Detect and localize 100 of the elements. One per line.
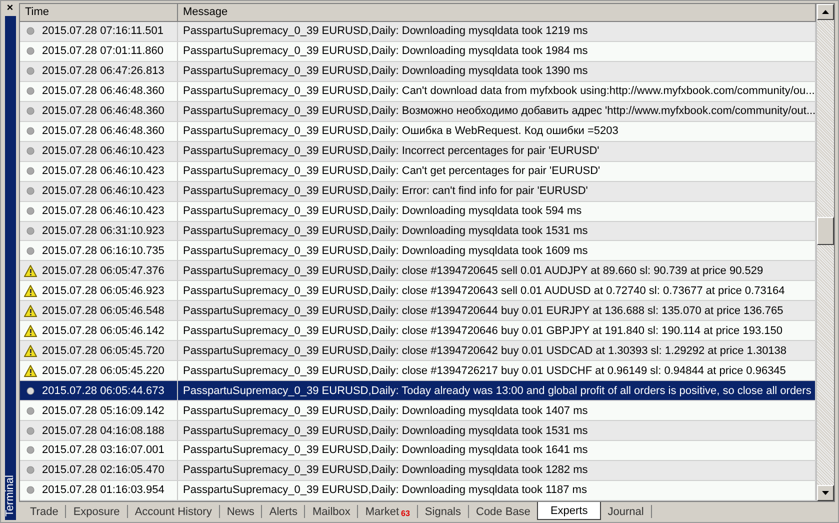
log-row[interactable]: 2015.07.28 06:46:48.360 PasspartuSupremacy_0_39 EURUSD,Daily: Can't download data from myfxbook using:http://www.myfxbook.com/community/ou... (20, 82, 816, 102)
message-text: PasspartuSupremacy_0_39 EURUSD,Daily: Downloading mysqldata took 1187 ms (183, 484, 587, 496)
log-row[interactable]: 2015.07.28 06:46:10.423 PasspartuSupremacy_0_39 EURUSD,Daily: Downloading mysqldata took 594 ms (20, 202, 816, 222)
time-text: 2015.07.28 02:16:05.470 (42, 464, 164, 476)
message-text: PasspartuSupremacy_0_39 EURUSD,Daily: close #1394720643 sell 0.01 AUDUSD at 0.72740 sl: 0.73677 at price 0.73164 (183, 284, 785, 297)
message-text: PasspartuSupremacy_0_39 EURUSD,Daily: Error: can't find info for pair 'EURUSD' (183, 185, 588, 198)
time-text: 2015.07.28 06:47:26.813 (42, 65, 164, 78)
log-row[interactable]: 2015.07.28 04:16:08.188 PasspartuSupremacy_0_39 EURUSD,Daily: Downloading mysqldata took 1531 ms (20, 421, 816, 442)
dot-icon (24, 484, 37, 496)
scroll-down-button[interactable] (817, 485, 834, 501)
tab[interactable]: Exposure (66, 505, 128, 518)
time-text: 2015.07.28 06:46:48.360 (42, 85, 164, 98)
message-text: PasspartuSupremacy_0_39 EURUSD,Daily: Can't get percentages for pair 'EURUSD' (183, 165, 600, 178)
time-text: 2015.07.28 06:46:10.423 (42, 185, 164, 198)
time-text: 2015.07.28 06:05:45.220 (42, 364, 164, 377)
log-row[interactable]: 2015.07.28 06:05:46.548 PasspartuSupremacy_0_39 EURUSD,Daily: close #1394720644 buy 0.01 EURJPY at 136.688 sl: 135.070 at price 136.765 (20, 301, 816, 322)
log-row[interactable]: 2015.07.28 06:46:10.423 PasspartuSupremacy_0_39 EURUSD,Daily: Incorrect percentages for pair 'EURUSD' (20, 142, 816, 162)
warning-icon (24, 364, 37, 377)
time-text: 2015.07.28 06:16:10.735 (42, 244, 164, 257)
tab[interactable]: Mailbox (305, 505, 358, 518)
dot-icon (24, 125, 37, 138)
log-row[interactable]: 2015.07.28 06:46:10.423 PasspartuSupremacy_0_39 EURUSD,Daily: Can't get percentages for pair 'EURUSD' (20, 162, 816, 182)
panel-title: Terminal (4, 474, 16, 519)
time-text: 2015.07.28 06:31:10.923 (42, 225, 164, 237)
scrollbar[interactable] (816, 4, 834, 501)
dot-icon (24, 45, 37, 58)
time-text: 2015.07.28 07:01:11.860 (42, 45, 164, 58)
tab[interactable]: Signals (418, 505, 469, 518)
message-text: PasspartuSupremacy_0_39 EURUSD,Daily: Downloading mysqldata took 1641 ms (183, 444, 588, 456)
log-row[interactable]: 2015.07.28 06:05:46.923 PasspartuSupremacy_0_39 EURUSD,Daily: close #1394720643 sell 0.01 AUDUSD at 0.72740 sl: 0.73677 at price 0.73164 (20, 281, 816, 302)
log-row[interactable]: 2015.07.28 06:05:45.720 PasspartuSupremacy_0_39 EURUSD,Daily: close #1394720642 buy 0.01 USDCAD at 1.30393 sl: 1.29292 at price 1.30138 (20, 341, 816, 362)
log-row[interactable]: 2015.07.28 06:46:48.360 PasspartuSupremacy_0_39 EURUSD,Daily: Ошибка в WebRequest. Код ошибки =5203 (20, 122, 816, 142)
time-text: 2015.07.28 03:16:07.001 (42, 444, 164, 456)
log-row[interactable]: 2015.07.28 03:16:07.001 PasspartuSupremacy_0_39 EURUSD,Daily: Downloading mysqldata took 1641 ms (20, 441, 816, 461)
message-text: PasspartuSupremacy_0_39 EURUSD,Daily: Downloading mysqldata took 1984 ms (183, 45, 588, 58)
column-header[interactable]: Time (20, 4, 178, 21)
down-arrow-icon (822, 491, 829, 495)
time-text: 2015.07.28 06:46:10.423 (42, 165, 164, 178)
message-text: PasspartuSupremacy_0_39 EURUSD,Daily: Downloading mysqldata took 1219 ms (183, 25, 588, 38)
message-text: PasspartuSupremacy_0_39 EURUSD,Daily: close #1394720645 sell 0.01 AUDJPY at 89.660 sl: 90.739 at price 90.529 (183, 264, 764, 277)
tab[interactable]: Trade (23, 505, 66, 518)
time-text: 2015.07.28 06:46:48.360 (42, 105, 164, 118)
dot-icon (24, 145, 37, 158)
dot-icon (24, 65, 37, 78)
dot-icon (24, 424, 37, 437)
log-row[interactable]: 2015.07.28 06:05:46.142 PasspartuSupremacy_0_39 EURUSD,Daily: close #1394720646 buy 0.01 GBPJPY at 191.840 sl: 190.114 at price 193.150 (20, 321, 816, 342)
scroll-up-button[interactable] (817, 4, 834, 20)
tab[interactable]: Experts (537, 502, 601, 520)
message-text: PasspartuSupremacy_0_39 EURUSD,Daily: Can't download data from myfxbook using:http://www.myfxbook.com/community/ou... (183, 85, 815, 98)
message-text: PasspartuSupremacy_0_39 EURUSD,Daily: Downloading mysqldata took 1390 ms (183, 65, 588, 78)
log-row[interactable]: 2015.07.28 06:16:10.735 PasspartuSupremacy_0_39 EURUSD,Daily: Downloading mysqldata took 1609 ms (20, 241, 816, 262)
log-row[interactable]: 2015.07.28 06:46:48.360 PasspartuSupremacy_0_39 EURUSD,Daily: Возможно необходимо добавить адрес 'http://www.myfxbook.com/community/out... (20, 102, 816, 122)
tab[interactable]: Market 63 (358, 505, 418, 518)
message-text: PasspartuSupremacy_0_39 EURUSD,Daily: close #1394720642 buy 0.01 USDCAD at 1.30393 sl: 1.29292 at price 1.30138 (183, 344, 787, 357)
time-text: 2015.07.28 06:05:45.720 (42, 344, 164, 357)
warning-icon (24, 284, 37, 297)
warning-icon (24, 324, 37, 337)
dot-icon (24, 205, 37, 218)
log-row[interactable]: 2015.07.28 05:16:09.142 PasspartuSupremacy_0_39 EURUSD,Daily: Downloading mysqldata took 1407 ms (20, 401, 816, 422)
dot-icon (24, 404, 37, 417)
time-text: 2015.07.28 06:05:46.142 (42, 324, 164, 337)
message-text: PasspartuSupremacy_0_39 EURUSD,Daily: Downloading mysqldata took 1282 ms (183, 464, 588, 476)
message-text: PasspartuSupremacy_0_39 EURUSD,Daily: close #1394720646 buy 0.01 GBPJPY at 191.840 sl: 190.114 at price 193.150 (183, 324, 782, 337)
dot-icon (24, 105, 37, 118)
log-row[interactable]: 2015.07.28 06:31:10.923 PasspartuSupremacy_0_39 EURUSD,Daily: Downloading mysqldata took 1531 ms (20, 222, 816, 242)
log-row[interactable]: 2015.07.28 02:16:05.470 PasspartuSupremacy_0_39 EURUSD,Daily: Downloading mysqldata took 1282 ms (20, 460, 816, 481)
message-text: PasspartuSupremacy_0_39 EURUSD,Daily: Downloading mysqldata took 594 ms (183, 205, 582, 218)
dot-icon (24, 225, 37, 237)
log-row[interactable]: 2015.07.28 06:46:10.423 PasspartuSupremacy_0_39 EURUSD,Daily: Error: can't find info for pair 'EURUSD' (20, 182, 816, 202)
tab[interactable]: Journal (600, 505, 652, 518)
log-row[interactable]: 2015.07.28 07:01:11.860 PasspartuSupremacy_0_39 EURUSD,Daily: Downloading mysqldata took 1984 ms (20, 42, 816, 62)
message-text: PasspartuSupremacy_0_39 EURUSD,Daily: Downloading mysqldata took 1407 ms (183, 404, 588, 417)
time-text: 2015.07.28 06:05:44.673 (42, 384, 164, 397)
dot-icon (24, 384, 37, 397)
tab[interactable]: Account History (128, 505, 220, 518)
warning-icon (24, 264, 37, 277)
log-row[interactable]: 2015.07.28 06:05:47.376 PasspartuSupremacy_0_39 EURUSD,Daily: close #1394720645 sell 0.01 AUDJPY at 89.660 sl: 90.739 at price 90.529 (20, 261, 816, 282)
time-text: 2015.07.28 04:16:08.188 (42, 424, 164, 437)
scroll-thumb[interactable] (817, 217, 834, 245)
message-text: PasspartuSupremacy_0_39 EURUSD,Daily: Downloading mysqldata took 1609 ms (183, 244, 588, 257)
column-header[interactable]: Message (178, 4, 816, 21)
tab[interactable]: Alerts (262, 505, 306, 518)
warning-icon (24, 304, 37, 317)
time-text: 2015.07.28 07:16:11.501 (42, 25, 164, 38)
log-row[interactable]: 2015.07.28 01:16:03.954 PasspartuSupremacy_0_39 EURUSD,Daily: Downloading mysqldata took 1187 ms (20, 480, 816, 501)
close-button[interactable]: × (6, 2, 14, 16)
time-text: 2015.07.28 06:05:46.548 (42, 304, 164, 317)
time-text: 2015.07.28 05:16:09.142 (42, 404, 164, 417)
message-text: PasspartuSupremacy_0_39 EURUSD,Daily: Incorrect percentages for pair 'EURUSD' (183, 145, 600, 158)
warning-icon (24, 344, 37, 357)
tab[interactable]: News (220, 505, 262, 518)
log-row[interactable]: 2015.07.28 06:05:44.673 PasspartuSupremacy_0_39 EURUSD,Daily: Today already was 13:00 and global profit of all orders is positive, so close all orders (20, 381, 816, 402)
message-text: PasspartuSupremacy_0_39 EURUSD,Daily: Возможно необходимо добавить адрес 'http://www.myfxbook.com/community/out... (183, 105, 816, 118)
message-text: PasspartuSupremacy_0_39 EURUSD,Daily: Today already was 13:00 and global profit of all orders is positive, so close all orders (183, 384, 812, 397)
log-row[interactable]: 2015.07.28 07:16:11.501 PasspartuSupremacy_0_39 EURUSD,Daily: Downloading mysqldata took 1219 ms (20, 22, 816, 42)
time-text: 2015.07.28 06:46:48.360 (42, 125, 164, 138)
message-text: PasspartuSupremacy_0_39 EURUSD,Daily: Downloading mysqldata took 1531 ms (183, 424, 588, 437)
log-row[interactable]: 2015.07.28 06:47:26.813 PasspartuSupremacy_0_39 EURUSD,Daily: Downloading mysqldata took 1390 ms (20, 62, 816, 82)
time-text: 2015.07.28 06:05:46.923 (42, 284, 164, 297)
log-row[interactable]: 2015.07.28 06:05:45.220 PasspartuSupremacy_0_39 EURUSD,Daily: close #1394726217 buy 0.01 USDCHF at 0.96149 sl: 0.94844 at price 0.96345 (20, 361, 816, 382)
